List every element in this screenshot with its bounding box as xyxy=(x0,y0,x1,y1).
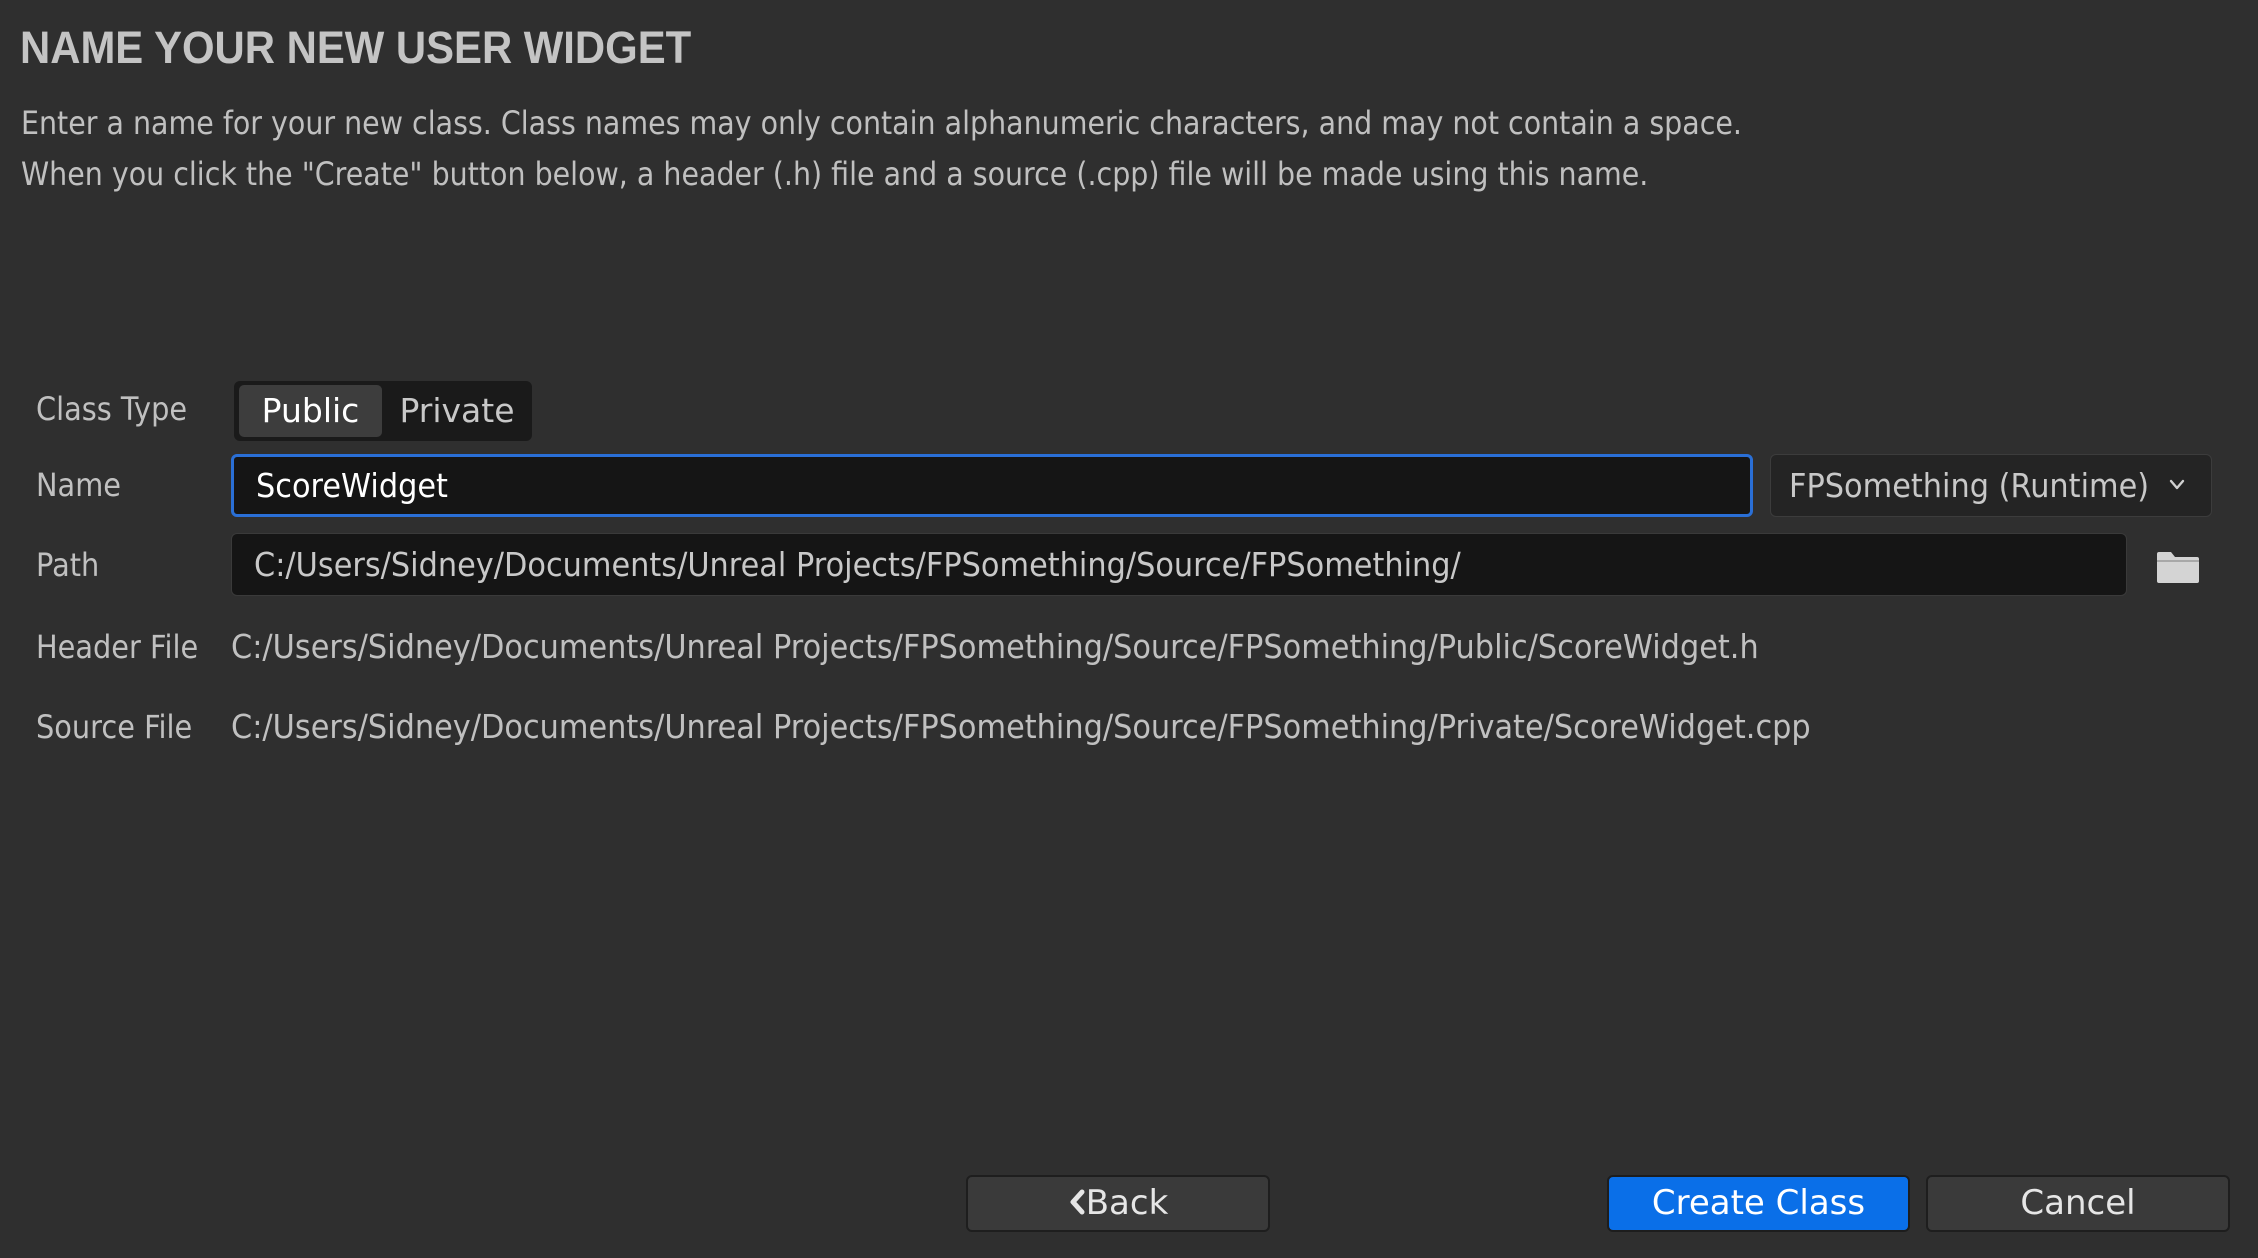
description-line-2: When you click the "Create" button below… xyxy=(21,155,1649,193)
source-file-path: C:/Users/Sidney/Documents/Unreal Project… xyxy=(231,707,1811,746)
new-user-widget-dialog: NAME YOUR NEW USER WIDGET Enter a name f… xyxy=(0,0,2258,1258)
class-type-private-option[interactable]: Private xyxy=(386,385,528,437)
path-input[interactable]: C:/Users/Sidney/Documents/Unreal Project… xyxy=(231,533,2127,596)
chevron-down-icon xyxy=(2169,479,2185,490)
back-button[interactable]: Back xyxy=(966,1175,1270,1232)
class-name-value: ScoreWidget xyxy=(256,466,448,505)
path-label: Path xyxy=(36,546,100,584)
header-file-label: Header File xyxy=(36,628,199,666)
page-title: NAME YOUR NEW USER WIDGET xyxy=(20,22,692,73)
description-line-1: Enter a name for your new class. Class n… xyxy=(21,104,1742,142)
module-dropdown[interactable]: FPSomething (Runtime) xyxy=(1770,454,2212,517)
folder-icon[interactable] xyxy=(2155,550,2201,584)
path-value: C:/Users/Sidney/Documents/Unreal Project… xyxy=(254,545,1461,584)
module-dropdown-value: FPSomething (Runtime) xyxy=(1789,466,2150,505)
back-button-label: Back xyxy=(1085,1183,1169,1223)
name-label: Name xyxy=(36,466,121,504)
cancel-button[interactable]: Cancel xyxy=(1926,1175,2230,1232)
class-name-input[interactable]: ScoreWidget xyxy=(231,454,1753,517)
class-type-public-option[interactable]: Public xyxy=(239,385,382,437)
chevron-left-icon xyxy=(1070,1189,1085,1214)
header-file-path: C:/Users/Sidney/Documents/Unreal Project… xyxy=(231,627,1759,666)
source-file-label: Source File xyxy=(36,708,193,746)
class-type-label: Class Type xyxy=(36,390,188,428)
class-type-toggle: Public Private xyxy=(234,381,532,441)
create-class-button[interactable]: Create Class xyxy=(1607,1175,1910,1232)
